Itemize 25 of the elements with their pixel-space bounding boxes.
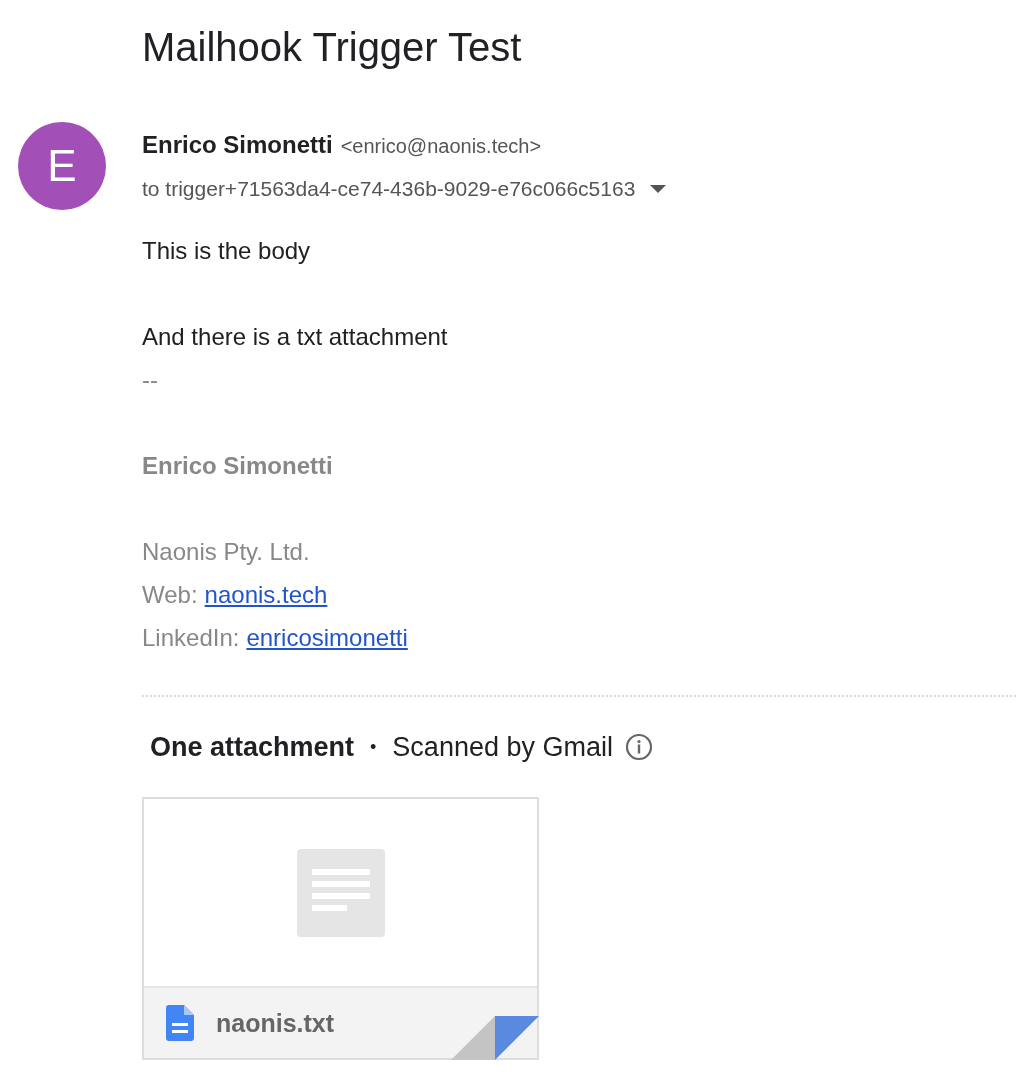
link[interactable]: enricosimonetti <box>246 624 408 651</box>
body-paragraph: This is the body <box>142 236 312 266</box>
avatar: E <box>18 122 106 210</box>
separator-dot: • <box>370 736 377 758</box>
file-name: naonis.txt <box>216 1008 335 1038</box>
link[interactable]: naonis.tech <box>204 581 328 608</box>
page-fold-icon <box>451 1016 539 1060</box>
attachments-title: One attachment <box>150 731 355 763</box>
signature-name: Enrico Simonetti <box>142 451 334 481</box>
document-thumbnail-icon <box>296 848 385 937</box>
details-dropdown[interactable] <box>649 184 668 194</box>
body-paragraph: And there is a txt attachment <box>142 322 449 352</box>
company-name: Naonis Pty. Ltd. <box>142 537 311 567</box>
link-label: LinkedIn: <box>142 624 240 651</box>
scan-note: Scanned by Gmail <box>392 731 613 763</box>
link-label: Web: <box>142 581 198 608</box>
document-icon <box>166 1005 194 1041</box>
sender-email: <enrico@naonis.tech> <box>340 135 542 157</box>
attachment-card[interactable]: naonis.txt <box>142 797 539 1060</box>
caret-icon <box>649 184 668 194</box>
sender-name: Enrico Simonetti <box>142 131 333 158</box>
recipient-text: to trigger+71563da4-ce74-436b-9029-e76c066c5163 <box>142 177 636 201</box>
info-icon[interactable] <box>625 733 653 761</box>
signature-separator: -- <box>142 365 159 395</box>
email-subject: Mailhook Trigger Test <box>142 24 523 71</box>
